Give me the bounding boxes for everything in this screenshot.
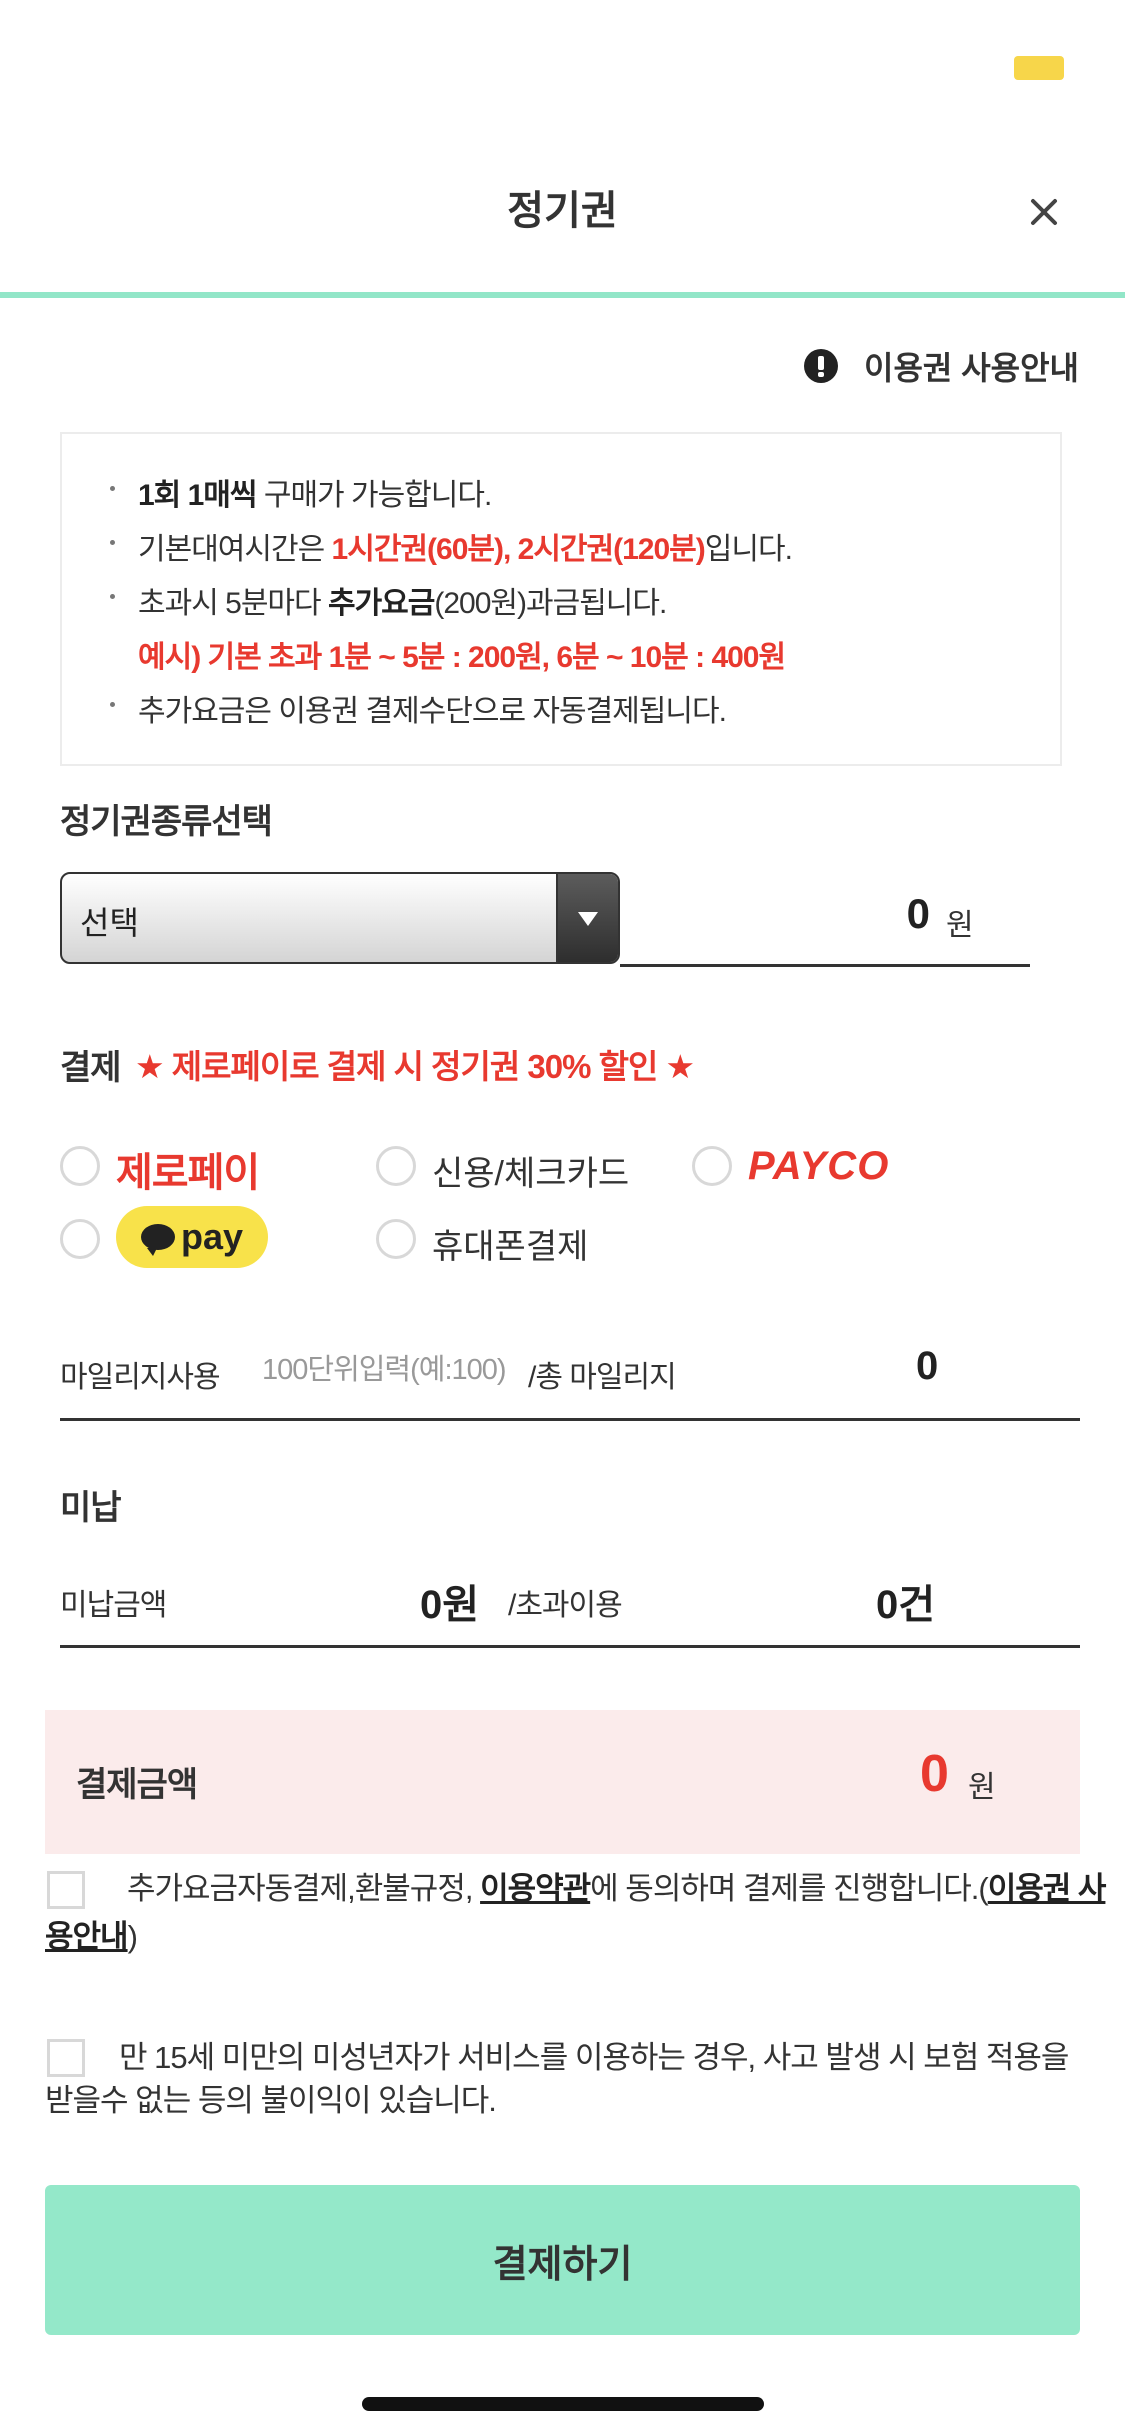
radio-phone[interactable] [376, 1219, 416, 1259]
pass-price-unit: 원 [946, 909, 974, 942]
bullet [110, 486, 115, 491]
card-label[interactable]: 신용/체크카드 [432, 1146, 629, 1195]
over-use-value: 0건 [876, 1583, 936, 1627]
zeropay-label[interactable]: 제로페이 [116, 1140, 260, 1198]
info-line-4: 추가요금은 이용권 결제수단으로 자동결제됩니다. [110, 686, 727, 730]
phone-label[interactable]: 휴대폰결제 [432, 1219, 588, 1268]
minor-notice-text: 만 15세 미만의 미성년자가 서비스를 이용하는 경우, 사고 발생 시 보험… [45, 2040, 1069, 2119]
bullet [110, 540, 115, 545]
total-amount-unit: 원 [968, 1771, 996, 1804]
pay-button[interactable]: 결제하기 [45, 2185, 1080, 2335]
kakaopay-logo[interactable]: pay [116, 1206, 268, 1268]
pass-price: 0 [906, 890, 930, 937]
terms-agreement-text: 추가요금자동결제,환불규정, 이용약관에 동의하며 결제를 진행합니다.(이용권… [45, 1871, 1106, 1955]
unpaid-underline [60, 1645, 1080, 1648]
home-indicator [362, 2397, 764, 2411]
info-line-3: 초과시 5분마다 추가요금(200원)과금됩니다. [110, 578, 667, 622]
info-line-2: 기본대여시간은 1시간권(60분), 2시간권(120분)입니다. [110, 524, 793, 568]
speech-bubble-icon [140, 1224, 175, 1256]
mileage-underline [60, 1418, 1080, 1421]
terms-link[interactable]: 이용약관 [480, 1871, 591, 1906]
total-amount-label: 결제금액 [76, 1766, 198, 1804]
radio-card[interactable] [376, 1146, 416, 1186]
info-line-1: 1회 1매씩 구매가 가능합니다. [110, 470, 492, 514]
usage-guide-link[interactable]: 이용권 사용안내 [804, 344, 1079, 388]
bullet [110, 702, 115, 707]
pass-type-label: 정기권종류선택 [60, 803, 273, 841]
radio-zeropay[interactable] [60, 1146, 100, 1186]
close-button[interactable] [1024, 192, 1064, 232]
payco-logo[interactable]: PAYCO [748, 1144, 889, 1189]
info-line-3-example: 예시) 기본 초과 1분 ~ 5분 : 200원, 6분 ~ 10분 : 400… [138, 641, 786, 674]
info-box: 1회 1매씩 구매가 가능합니다. 기본대여시간은 1시간권(60분), 2시간… [60, 432, 1062, 766]
usage-guide-label: 이용권 사용안내 [864, 350, 1079, 386]
pass-type-selected: 선택 [80, 905, 139, 941]
bullet [110, 594, 115, 599]
page-title: 정기권 [507, 189, 618, 233]
total-amount-value: 0 [920, 1745, 949, 1803]
total-mileage-value: 0 [916, 1344, 939, 1388]
dropdown-arrow-icon [556, 874, 618, 962]
over-use-label: /초과이용 [508, 1589, 623, 1622]
radio-payco[interactable] [692, 1146, 732, 1186]
mileage-label: 마일리지사용 [60, 1361, 221, 1394]
payment-label: 결제 [60, 1049, 122, 1087]
status-indicator [1014, 56, 1064, 80]
mileage-input[interactable] [262, 1348, 512, 1392]
pass-type-select[interactable]: 선택 [60, 872, 620, 964]
price-underline [620, 964, 1030, 967]
info-icon [804, 349, 839, 383]
unpaid-amount-label: 미납금액 [60, 1589, 167, 1622]
zeropay-promo: ★ 제로페이로 결제 시 정기권 30% 할인 ★ [135, 1048, 695, 1085]
total-mileage-label: /총 마일리지 [528, 1361, 677, 1394]
close-icon [1031, 199, 1057, 225]
unpaid-amount-value: 0원 [420, 1583, 480, 1627]
radio-kakaopay[interactable] [60, 1219, 100, 1259]
unpaid-title: 미납 [60, 1489, 122, 1527]
header-divider [0, 292, 1125, 298]
